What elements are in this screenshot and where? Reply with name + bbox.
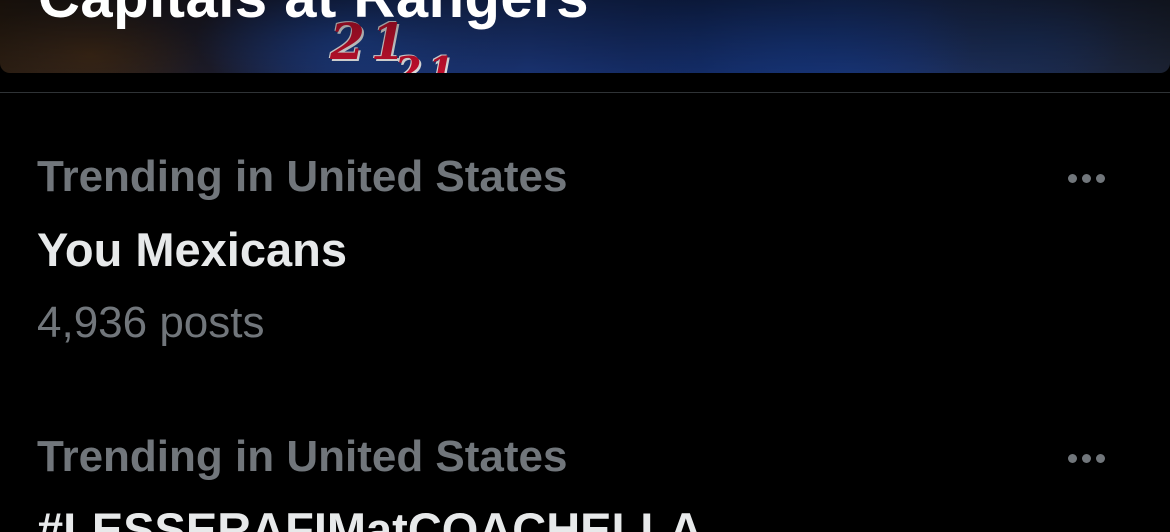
more-dot (1095, 173, 1105, 183)
more-dot (1095, 453, 1105, 463)
more-options-icon[interactable] (1058, 438, 1114, 478)
more-dot (1081, 453, 1091, 463)
trend-item[interactable]: Trending in United States You Mexicans 4… (0, 152, 1170, 362)
trend-post-count: 4,936 posts (37, 298, 265, 347)
hero-image-card[interactable]: 21 21 Capitals at Rangers (0, 0, 1170, 73)
hero-headline: Capitals at Rangers (38, 0, 589, 27)
more-dot (1067, 173, 1077, 183)
trend-name: You Mexicans (37, 223, 347, 276)
more-options-icon[interactable] (1058, 158, 1114, 198)
trend-name: #LESSERAFIMatCOACHELLA (37, 503, 703, 532)
section-divider (0, 92, 1170, 93)
more-dot (1081, 173, 1091, 183)
more-dot (1067, 453, 1077, 463)
trend-item[interactable]: Trending in United States #LESSERAFIMatC… (0, 432, 1170, 532)
trend-context: Trending in United States (37, 432, 568, 481)
trend-context: Trending in United States (37, 152, 568, 201)
